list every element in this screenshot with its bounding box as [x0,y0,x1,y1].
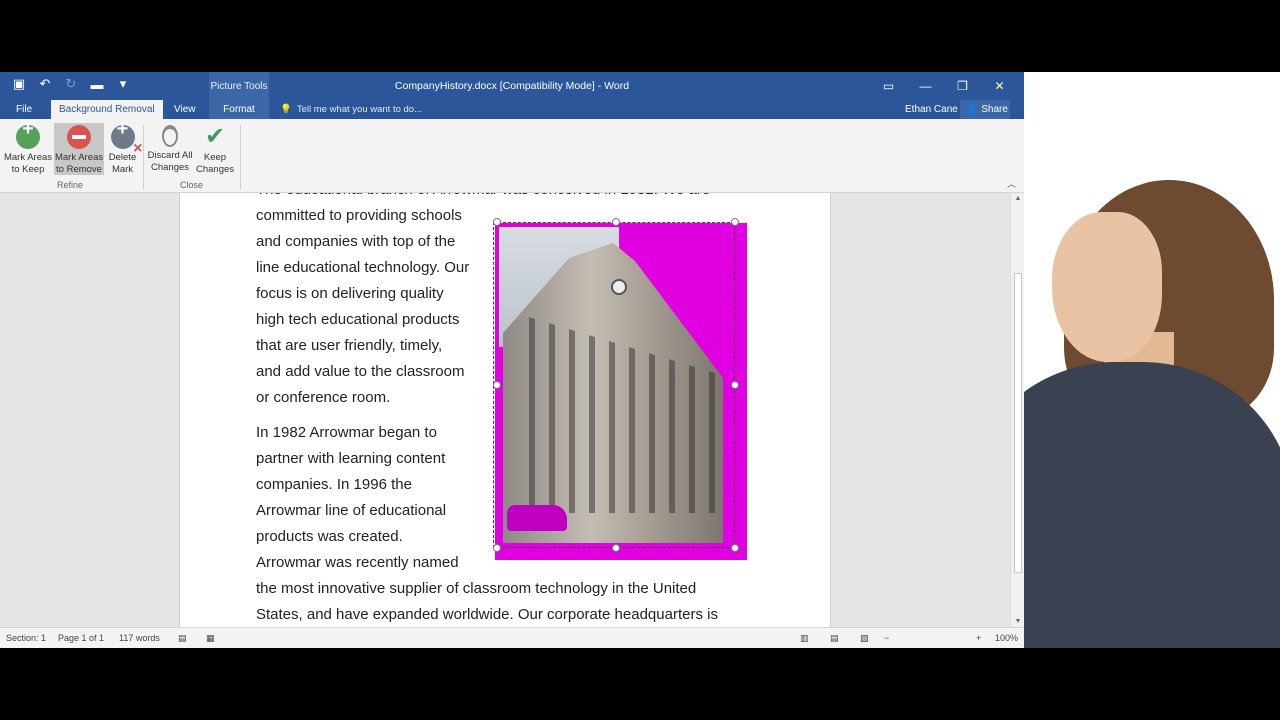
delete-mark-button[interactable]: Delete Mark [105,123,143,175]
group-label-refine: Refine [57,180,84,190]
window-controls: ▭ — ❐ ✕ [870,72,1018,100]
status-bar: Section: 1 Page 1 of 1 117 words ▤ ▦ ▥ ▤… [0,627,1024,648]
text-line: that are user friendly, timely, [256,337,443,354]
section-indicator[interactable]: Section: 1 [6,633,46,643]
minimize-icon[interactable]: — [907,79,944,93]
macro-icon[interactable]: ▦ [206,633,215,644]
share-button[interactable]: 👤 Share [960,100,1010,119]
text-line: States, and have expanded worldwide. Our… [256,606,718,623]
restore-icon[interactable]: ❐ [944,79,981,93]
resize-handle[interactable] [493,381,501,389]
text-line: products was created. [256,528,403,545]
text-line: companies. In 1996 the [256,476,412,493]
redo-icon[interactable]: ↻ [62,76,80,92]
minus-marker-icon [67,125,91,149]
plus-marker-icon [16,123,40,149]
read-mode-icon[interactable]: ▥ [800,633,809,644]
ribbon: Mark Areas to Keep Mark Areas to Remove … [0,119,1024,193]
mark-keep-label: Mark Areas to Keep [3,152,53,175]
text-line: Arrowmar line of educational [256,502,447,519]
vertical-scrollbar[interactable]: ▲ ▼ [1010,193,1024,627]
quick-access-toolbar: ▣ ↶ ↻ ▬ ▾ [10,76,132,92]
word-window: ▣ ↶ ↻ ▬ ▾ Picture Tools CompanyHistory.d… [0,72,1024,648]
open-folder-icon[interactable]: ▬ [88,77,106,92]
close-icon[interactable]: ✕ [981,79,1018,93]
picture-tools-header: Picture Tools [209,72,269,100]
lightbulb-icon: 💡 [280,104,292,115]
scroll-down-icon[interactable]: ▼ [1011,618,1024,625]
resize-handle[interactable] [731,544,739,552]
delete-mark-label: Delete Mark [108,152,137,175]
text-line: committed to providing schools [256,207,462,224]
tab-format[interactable]: Format [209,100,269,119]
discard-all-changes-button[interactable]: Discard All Changes [146,123,194,175]
user-name[interactable]: Ethan Cane [905,100,958,119]
save-icon[interactable]: ▣ [10,76,28,92]
text-line: the most innovative supplier of classroo… [256,580,697,597]
group-label-close: Close [180,180,204,190]
resize-handle[interactable] [493,544,501,552]
text-line: In 1982 Arrowmar began to [256,424,437,441]
proofing-icon[interactable]: ▤ [178,633,187,644]
ribbon-tabs: File Background Removal View Format 💡 Tel… [0,100,1024,119]
text-line: high tech educational products [256,311,460,328]
keep-changes-label: Keep Changes [195,152,235,175]
group-divider [143,125,144,189]
scroll-thumb[interactable] [1014,273,1022,573]
print-layout-icon[interactable]: ▤ [830,633,839,644]
word-count[interactable]: 117 words [119,633,160,643]
zoom-in-icon[interactable]: + [976,633,981,643]
text-line: Arrowmar was recently named [256,554,459,571]
text-line: The educational branch of Arrowmar was c… [256,193,710,203]
tab-background-removal[interactable]: Background Removal [51,100,163,119]
group-divider [240,125,241,189]
web-layout-icon[interactable]: ▧ [860,633,869,644]
text-line: focus is on delivering quality [256,285,444,302]
ribbon-display-options-icon[interactable]: ▭ [870,79,907,93]
resize-handle[interactable] [612,218,620,226]
text-line: line educational technology. Our [256,259,470,276]
zoom-out-icon[interactable]: − [884,633,889,643]
page-indicator[interactable]: Page 1 of 1 [58,633,104,643]
collapse-ribbon-icon[interactable]: ︿ [1007,177,1016,190]
resize-handle[interactable] [731,381,739,389]
zoom-level[interactable]: 100% [995,633,1018,643]
person-icon: 👤 [966,104,979,115]
share-label: Share [981,104,1008,115]
scroll-up-icon[interactable]: ▲ [1011,195,1024,202]
mark-areas-to-remove-button[interactable]: Mark Areas to Remove [54,123,104,175]
mark-areas-to-keep-button[interactable]: Mark Areas to Keep [3,123,53,175]
mark-remove-label: Mark Areas to Remove [54,152,104,175]
resize-handle[interactable] [731,218,739,226]
text-line: or conference room. [256,389,391,406]
text-line: and companies with top of the [256,233,456,250]
trash-icon [162,125,178,147]
resize-handle[interactable] [493,218,501,226]
checkmark-icon: ✔ [204,123,226,150]
title-bar: ▣ ↶ ↻ ▬ ▾ Picture Tools CompanyHistory.d… [0,72,1024,100]
tell-me-box[interactable]: 💡 Tell me what you want to do... [280,100,422,119]
tab-view[interactable]: View [166,100,204,119]
document-area: The educational branch of Arrowmar was c… [0,193,1010,627]
text-line: partner with learning content [256,450,446,467]
presenter-video [1024,72,1280,648]
resize-handle[interactable] [612,544,620,552]
document-page[interactable]: The educational branch of Arrowmar was c… [179,193,831,627]
customize-qat-icon[interactable]: ▾ [114,76,132,92]
keep-changes-button[interactable]: ✔ Keep Changes [195,123,235,176]
text-line: and add value to the classroom [256,363,465,380]
tell-me-text: Tell me what you want to do... [296,104,422,115]
presenter-shirt [1024,362,1280,648]
discard-label: Discard All Changes [147,150,193,173]
tab-file[interactable]: File [8,100,40,119]
undo-icon[interactable]: ↶ [36,76,54,92]
delete-marker-icon [110,123,142,155]
background-removal-marquee[interactable] [493,222,735,548]
presenter-face [1052,212,1162,362]
